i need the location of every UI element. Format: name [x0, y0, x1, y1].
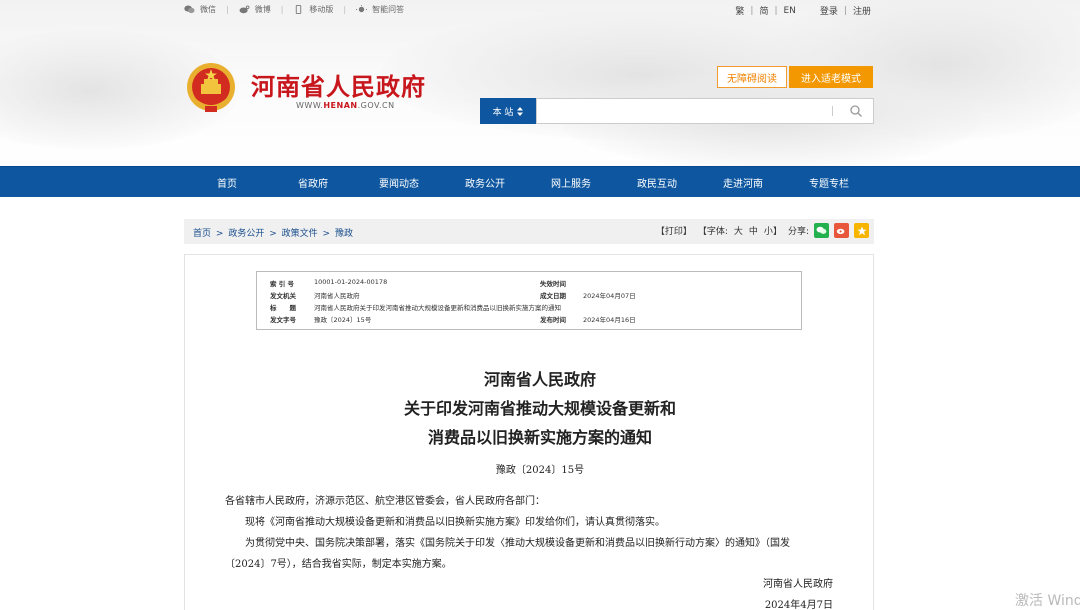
font-medium-button[interactable]: 中 [749, 224, 758, 237]
breadcrumb-gov-affairs[interactable]: 政务公开 [228, 229, 264, 239]
document-title-line-1: 河南省人民政府 [483, 370, 596, 389]
document-signer: 河南省人民政府 [763, 579, 833, 590]
header-background [0, 0, 1080, 166]
nav-item-home[interactable]: 首页 [187, 167, 267, 198]
mobile-link[interactable]: 移动版 [293, 4, 333, 15]
wechat-icon [184, 5, 195, 14]
document-paragraph: 〔2024〕7号），结合我省实际，制定本实施方案。 [225, 559, 452, 570]
share-favorite-button[interactable] [854, 223, 869, 238]
nav-item-about-henan[interactable]: 走进河南 [703, 167, 783, 198]
sort-arrows-icon [517, 106, 524, 116]
login-link[interactable]: 登录 [820, 4, 838, 17]
breadcrumb-yuzheng[interactable]: 豫政 [335, 229, 353, 239]
lang-english[interactable]: EN [784, 6, 796, 16]
smart-qa-link[interactable]: 智能问答 [356, 4, 404, 15]
share-weibo-button[interactable] [834, 223, 849, 238]
lang-traditional[interactable]: 繁 [735, 4, 744, 17]
elder-mode-button[interactable]: 进入适老模式 [789, 66, 873, 88]
smart-qa-icon [356, 5, 368, 13]
nav-item-news[interactable]: 要闻动态 [359, 167, 439, 198]
document-date: 2024年4月7日 [764, 600, 833, 610]
top-utility-bar: 微信 | 微博 | 移动版 | 智能问答 繁 | 简 | EN 登录 | 注册 [184, 4, 874, 18]
document-paragraph: 现将《河南省推动大规模设备更新和消费品以旧换新实施方案》印发给你们，请认真贯彻落… [245, 517, 665, 528]
font-large-button[interactable]: 大 [734, 224, 743, 237]
site-domain: WWW.HENAN.GOV.CN [296, 101, 395, 110]
nav-item-online-service[interactable]: 网上服务 [531, 167, 611, 198]
wechat-link[interactable]: 微信 [184, 4, 216, 15]
meta-row: 索 引 号 10001-01-2024-00178 失效时间 [270, 278, 566, 288]
star-icon [856, 226, 867, 235]
main-nav: 首页 省政府 要闻动态 政务公开 网上服务 政民互动 走进河南 专题专栏 [0, 166, 1080, 197]
document-title-line-2: 关于印发河南省推动大规模设备更新和 [403, 399, 676, 418]
meta-row: 发文机关 河南省人民政府 成文日期 2024年04月07日 [270, 292, 636, 300]
search-icon[interactable] [849, 104, 863, 118]
mobile-icon [296, 5, 302, 14]
weibo-link[interactable]: 微博 [239, 4, 271, 15]
barrier-free-reading-button[interactable]: 无障碍阅读 [717, 66, 787, 88]
nav-item-province-gov[interactable]: 省政府 [273, 167, 353, 198]
font-small-button[interactable]: 小 [764, 224, 773, 237]
search-divider [832, 106, 833, 116]
document-paragraph: 为贯彻党中央、国务院决策部署，落实《国务院关于印发〈推动大规模设备更新和消费品以… [245, 538, 790, 549]
share-wechat-button[interactable] [814, 223, 829, 238]
print-button[interactable]: 【打印】 [656, 224, 692, 237]
document-number: 豫政〔2024〕15号 [495, 465, 585, 476]
breadcrumb-policy-docs[interactable]: 政策文件 [282, 229, 318, 239]
page-tools: 【打印】 【字体: 大 中 小 】 分享: [656, 223, 869, 238]
document-title-line-3: 消费品以旧换新实施方案的通知 [427, 428, 652, 447]
breadcrumb-home[interactable]: 首页 [193, 229, 211, 239]
lang-simplified[interactable]: 简 [759, 4, 768, 17]
meta-row: 标 题河南省人民政府关于印发河南省推动大规模设备更新和消费品以旧换新实施方案的通… [270, 304, 561, 312]
nav-item-interaction[interactable]: 政民互动 [617, 167, 697, 198]
nav-item-gov-affairs[interactable]: 政务公开 [445, 167, 525, 198]
search-scope-select[interactable]: 本 站 [480, 98, 536, 124]
document-recipients: 各省辖市人民政府，济源示范区、航空港区管委会，省人民政府各部门： [225, 496, 545, 507]
document-metadata-table: 索 引 号 10001-01-2024-00178 失效时间 发文机关 河南省人民政… [256, 271, 802, 330]
national-emblem-logo [187, 63, 235, 112]
breadcrumb-bar: 首页 > 政务公开 > 政策文件 > 豫政 【打印】 【字体: 大 中 小 】 … [184, 219, 874, 244]
wechat-icon [816, 226, 827, 234]
site-title[interactable]: 河南省人民政府 [251, 67, 426, 102]
breadcrumb: 首页 > 政务公开 > 政策文件 > 豫政 [193, 229, 353, 239]
weibo-icon [239, 5, 250, 14]
search-input[interactable] [536, 98, 874, 124]
os-activation-watermark: 激活 Windows [1015, 593, 1080, 609]
weibo-icon [836, 228, 845, 235]
register-link[interactable]: 注册 [853, 4, 871, 17]
nav-item-special-topics[interactable]: 专题专栏 [789, 167, 869, 198]
meta-row: 发文字号 豫政〔2024〕15号 发布时间 2024年04月16日 [270, 316, 636, 324]
